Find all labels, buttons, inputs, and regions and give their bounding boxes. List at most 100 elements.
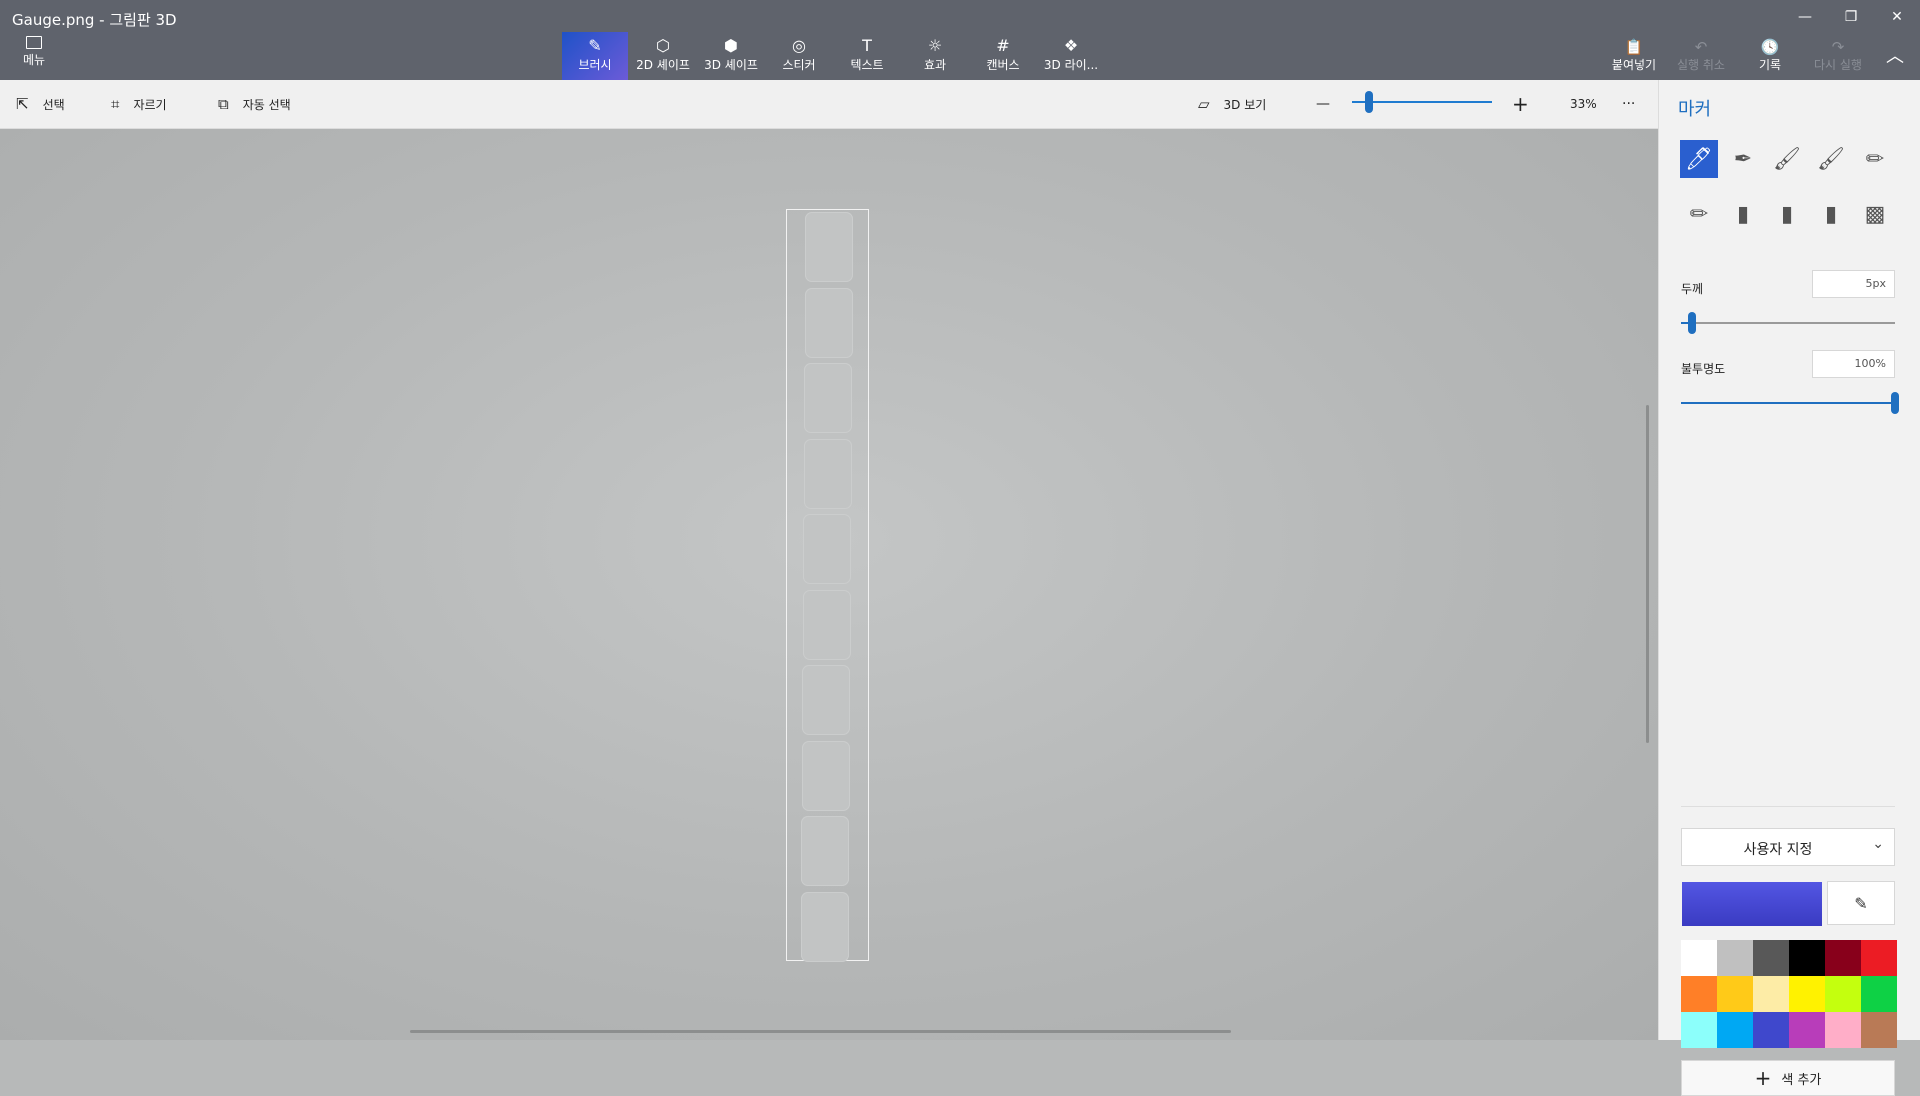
crop-label: 자르기 [133, 97, 167, 112]
tab-2[interactable]: ⬢ 3D 셰이프 [698, 32, 764, 80]
collapse-ribbon-button[interactable]: ︿ [1873, 44, 1917, 67]
crop-icon: ⌗ [111, 95, 120, 113]
zoom-out-button[interactable]: — [1316, 94, 1330, 114]
color-swatch[interactable] [1789, 940, 1825, 976]
eyedropper-icon: ✎ [1854, 893, 1868, 913]
redo-icon: ↷ [1831, 38, 1845, 56]
add-color-button[interactable]: + 색 추가 [1681, 1060, 1895, 1096]
toolbar: ⇱ 선택 ⌗ 자르기 ⧉ 자동 선택 ⏥ 3D 보기 — + 33% ··· [0, 80, 1658, 129]
color-swatch[interactable] [1861, 1012, 1897, 1048]
undo-button[interactable]: ↶ 실행 취소 [1669, 38, 1733, 73]
tab-label: 2D 셰이프 [636, 58, 690, 72]
color-swatch[interactable] [1717, 1012, 1753, 1048]
fill-bucket-icon[interactable]: ▩ [1856, 195, 1894, 233]
gauge-cell [804, 363, 852, 433]
color-swatch[interactable] [1861, 976, 1897, 1012]
calligraphy-pen-icon[interactable]: ✒ [1724, 140, 1762, 178]
spray-can-icon[interactable]: ▮ [1812, 195, 1850, 233]
color-swatch[interactable] [1825, 940, 1861, 976]
tab-4[interactable]: T 텍스트 [834, 32, 900, 80]
redo-label: 다시 실행 [1814, 58, 1862, 72]
color-swatch[interactable] [1789, 1012, 1825, 1048]
color-swatch[interactable] [1789, 976, 1825, 1012]
tab-icon: # [996, 36, 1010, 55]
opacity-slider-thumb[interactable] [1891, 392, 1899, 414]
magic-select-tool[interactable]: ⧉ 자동 선택 [218, 94, 291, 114]
select-label: 선택 [42, 97, 65, 112]
chevron-down-icon: ⌄ [1872, 836, 1884, 852]
more-options-button[interactable]: ··· [1622, 94, 1635, 114]
zoom-slider-track[interactable] [1352, 101, 1492, 103]
gauge-image[interactable] [786, 209, 869, 962]
tab-icon: ◎ [792, 36, 806, 55]
eyedropper-button[interactable]: ✎ [1827, 881, 1895, 925]
oil-brush-icon[interactable]: 🖌 [1768, 140, 1806, 178]
tab-3[interactable]: ◎ 스티커 [766, 32, 832, 80]
crayon-icon[interactable]: ▮ [1768, 195, 1806, 233]
gauge-cell [803, 438, 852, 509]
thickness-input[interactable]: 5px [1812, 270, 1895, 298]
marker-icon[interactable]: 🖊 [1680, 140, 1718, 178]
zoom-in-button[interactable]: + [1512, 92, 1529, 116]
redo-button[interactable]: ↷ 다시 실행 [1806, 38, 1870, 73]
undo-icon: ↶ [1694, 38, 1708, 56]
brush-panel: 마커 🖊 ✒ 🖌 🖌 ✏ ✏ ▮ ▮ ▮ ▩ 두께 5px 불투명도 100% 사용자 지정 ⌄ … [1658, 80, 1920, 1096]
tab-icon: ⬡ [656, 36, 670, 55]
menu-button[interactable]: 메뉴 [16, 36, 52, 68]
color-swatch[interactable] [1681, 976, 1717, 1012]
color-mode-dropdown[interactable]: 사용자 지정 ⌄ [1681, 828, 1895, 866]
eraser-icon[interactable]: ▮ [1724, 195, 1762, 233]
undo-label: 실행 취소 [1677, 58, 1725, 72]
tab-6[interactable]: # 캔버스 [970, 32, 1036, 80]
current-color-swatch[interactable] [1682, 882, 1822, 926]
cursor-icon: ⇱ [16, 95, 29, 113]
history-button[interactable]: 🕓 기록 [1738, 38, 1802, 73]
thickness-label: 두께 [1681, 282, 1704, 296]
tab-label: 캔버스 [986, 58, 1020, 72]
tab-icon: ❖ [1063, 36, 1079, 55]
zoom-slider-thumb[interactable] [1364, 91, 1373, 113]
opacity-input[interactable]: 100% [1812, 350, 1895, 378]
color-swatch[interactable] [1681, 940, 1717, 976]
tab-label: 브러시 [578, 58, 612, 72]
thickness-slider-thumb[interactable] [1687, 312, 1696, 334]
menu-label: 메뉴 [22, 53, 46, 67]
vertical-scrollbar[interactable] [1646, 405, 1649, 743]
clipboard-icon: 📋 [1624, 38, 1644, 56]
gauge-cell [802, 665, 850, 735]
minimize-button[interactable]: — [1783, 6, 1827, 28]
color-swatch[interactable] [1825, 976, 1861, 1012]
color-swatch[interactable] [1753, 1012, 1789, 1048]
color-swatch[interactable] [1717, 976, 1753, 1012]
tab-0[interactable]: ✎ 브러시 [562, 32, 628, 80]
color-palette [1681, 940, 1897, 1048]
pixel-pen-icon[interactable]: ✏ [1856, 140, 1894, 178]
watercolor-icon[interactable]: 🖌 [1812, 140, 1850, 178]
color-swatch[interactable] [1753, 940, 1789, 976]
color-swatch[interactable] [1717, 940, 1753, 976]
gauge-cell [804, 287, 853, 358]
plus-icon: + [1754, 1066, 1772, 1090]
tab-5[interactable]: ☼ 효과 [902, 32, 968, 80]
gauge-cell [801, 740, 850, 811]
gauge-cell [803, 514, 851, 584]
color-swatch[interactable] [1753, 976, 1789, 1012]
tab-1[interactable]: ⬡ 2D 셰이프 [630, 32, 696, 80]
zoom-level[interactable]: 33% [1570, 94, 1597, 114]
view-3d-toggle[interactable]: ⏥ 3D 보기 [1198, 94, 1266, 114]
panel-title: 마커 [1678, 99, 1712, 120]
thickness-slider-track[interactable] [1681, 322, 1895, 324]
color-swatch[interactable] [1825, 1012, 1861, 1048]
gauge-cell [800, 891, 849, 962]
restore-button[interactable]: ❐ [1829, 6, 1873, 28]
folder-icon [26, 36, 42, 49]
crop-tool[interactable]: ⌗ 자르기 [111, 94, 167, 114]
select-tool[interactable]: ⇱ 선택 [16, 94, 65, 114]
horizontal-scrollbar[interactable] [410, 1030, 1231, 1033]
tab-7[interactable]: ❖ 3D 라이... [1038, 32, 1104, 80]
color-swatch[interactable] [1861, 940, 1897, 976]
close-button[interactable]: ✕ [1875, 6, 1919, 28]
color-swatch[interactable] [1681, 1012, 1717, 1048]
paste-button[interactable]: 📋 붙여넣기 [1602, 38, 1666, 73]
pencil-icon[interactable]: ✏ [1680, 195, 1718, 233]
